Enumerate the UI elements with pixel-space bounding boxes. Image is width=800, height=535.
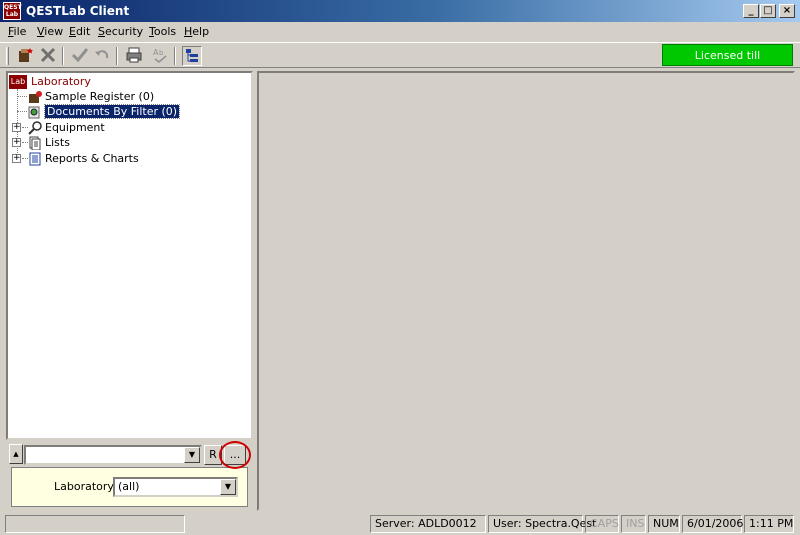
equipment-icon <box>27 121 43 135</box>
expand-equipment-toggle[interactable]: + <box>12 123 21 132</box>
menu-security[interactable]: Security <box>98 25 143 38</box>
menu-edit[interactable]: Edit <box>69 25 90 38</box>
menu-help[interactable]: Help <box>184 25 209 38</box>
tree-item-reports-charts[interactable]: Reports & Charts <box>27 151 139 167</box>
tree-root-label: Laboratory <box>31 75 91 88</box>
chevron-down-icon[interactable]: ▼ <box>184 447 200 463</box>
window-title: QESTLab Client <box>26 4 130 18</box>
undo-icon[interactable] <box>92 46 112 66</box>
svg-text:b: b <box>159 49 164 57</box>
print-icon[interactable] <box>124 46 144 66</box>
check-icon[interactable] <box>70 46 90 66</box>
tree-item-lists[interactable]: Lists <box>27 135 70 151</box>
laboratory-select-value: (all) <box>118 480 140 493</box>
expand-lists-toggle[interactable]: + <box>12 138 21 147</box>
toolbar-separator <box>174 47 176 65</box>
tree-item-label: Lists <box>45 136 70 149</box>
menu-view[interactable]: View <box>37 25 63 38</box>
license-badge: Licensed till 30/06/2006 <box>662 44 793 84</box>
status-time: 1:11 PM <box>744 515 794 533</box>
expand-reports-toggle[interactable]: + <box>12 154 21 163</box>
toolbar-separator <box>116 47 118 65</box>
toolbar-separator <box>62 47 64 65</box>
lists-icon <box>27 136 43 151</box>
tree-item-documents-by-filter[interactable]: Documents By Filter (0) <box>27 104 181 120</box>
laboratory-label: Laboratory: <box>54 480 117 493</box>
status-date: 6/01/2006 <box>682 515 743 533</box>
status-bar: Server: ADLD0012 User: Spectra.Qest CAPS… <box>0 513 800 535</box>
tree-item-label: Reports & Charts <box>45 152 139 165</box>
delete-icon[interactable] <box>38 46 58 66</box>
status-server: Server: ADLD0012 <box>370 515 486 533</box>
title-bar: QEST Lab QESTLab Client _ □ × <box>0 0 800 22</box>
status-caps: CAPS <box>585 515 619 533</box>
tree-item-equipment[interactable]: Equipment <box>27 120 105 136</box>
content-pane[interactable] <box>257 71 795 511</box>
filter-area: ▲ ▼ R ... Laboratory: (all) ▼ <box>6 440 253 510</box>
menu-file[interactable]: File <box>8 25 26 38</box>
reports-icon <box>27 152 43 166</box>
new-document-icon[interactable] <box>16 46 36 66</box>
status-ins: INS <box>621 515 646 533</box>
tree-item-label: Equipment <box>45 121 105 134</box>
close-button[interactable]: × <box>779 4 795 18</box>
filter-panel: Laboratory: (all) ▼ <box>11 467 248 507</box>
laboratory-icon: Lab <box>9 75 27 89</box>
tree-item-label: Documents By Filter (0) <box>43 104 181 119</box>
sample-register-icon <box>27 90 43 104</box>
toolbar-grip[interactable] <box>6 47 9 65</box>
status-num: NUM <box>648 515 680 533</box>
spellcheck-icon[interactable]: Ab <box>150 46 170 66</box>
menu-tools[interactable]: Tools <box>149 25 176 38</box>
maximize-button[interactable]: □ <box>760 4 776 18</box>
status-panel-empty <box>5 515 185 533</box>
collapse-filter-button[interactable]: ▲ <box>9 444 23 464</box>
filter-combo[interactable]: ▼ <box>24 445 202 465</box>
tree-view-icon[interactable] <box>182 46 202 66</box>
minimize-button[interactable]: _ <box>743 4 759 18</box>
status-user: User: Spectra.Qest <box>488 515 596 533</box>
tree-item-label: Sample Register (0) <box>45 90 155 103</box>
chevron-down-icon[interactable]: ▼ <box>220 479 236 495</box>
menu-bar: File View Edit Security Tools Help <box>0 22 800 41</box>
tree-item-sample-register[interactable]: Sample Register (0) <box>27 89 154 105</box>
highlight-circle <box>219 441 251 469</box>
app-icon[interactable]: QEST Lab <box>3 2 22 20</box>
tree-line <box>17 96 27 97</box>
documents-filter-icon <box>27 105 43 119</box>
navigation-tree[interactable]: Lab Laboratory Sample Register (0) Docume… <box>6 71 253 440</box>
tree-line <box>17 111 27 112</box>
tree-root-laboratory[interactable]: Lab Laboratory <box>9 74 91 90</box>
laboratory-select[interactable]: (all) ▼ <box>113 477 238 497</box>
